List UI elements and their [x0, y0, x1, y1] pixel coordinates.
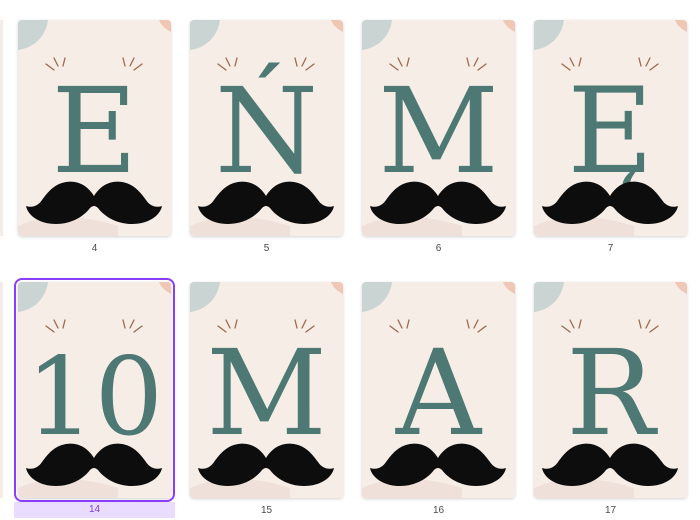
page-letter: 10 [26, 335, 163, 460]
page-number-label: 16 [432, 505, 445, 516]
page-letter: M [206, 324, 327, 462]
page-preview: 10 [18, 282, 171, 498]
page-thumbnail-5[interactable]: Ń [190, 20, 343, 236]
page-preview: Ę [534, 20, 687, 236]
page-preview: M [362, 20, 515, 236]
page-letter: M [378, 62, 499, 200]
page-preview: E [18, 20, 171, 236]
page-thumbnail-7[interactable]: Ę [534, 20, 687, 236]
page-number-label: 4 [91, 243, 98, 254]
page-preview: M [190, 282, 343, 498]
page-preview: R [534, 282, 687, 498]
page-number-label: 14 [14, 502, 175, 518]
page-thumbnail-16[interactable]: A [362, 282, 515, 498]
previous-page-edge [0, 282, 3, 498]
page-number-label: 17 [604, 505, 617, 516]
page-thumbnail-15[interactable]: M [190, 282, 343, 498]
page-letter: E [51, 62, 137, 200]
page-preview: Ń [190, 20, 343, 236]
page-thumbnail-grid: E 4 Ń 5 M 6 Ę 7 10 14 M 15 A 16 R 17 [0, 0, 700, 520]
page-number-label: 7 [607, 243, 614, 254]
page-number-label: 15 [260, 505, 273, 516]
page-preview: A [362, 282, 515, 498]
previous-page-edge [0, 20, 3, 236]
page-thumbnail-4[interactable]: E [18, 20, 171, 236]
page-letter: Ę [567, 62, 653, 200]
page-letter: Ń [215, 62, 318, 200]
page-number-label: 6 [435, 243, 442, 254]
page-thumbnail-17[interactable]: R [534, 282, 687, 498]
page-number-label: 5 [263, 243, 270, 254]
page-letter: R [566, 324, 658, 462]
page-thumbnail-14[interactable]: 10 [14, 278, 175, 502]
page-letter: A [395, 324, 483, 462]
page-thumbnail-6[interactable]: M [362, 20, 515, 236]
